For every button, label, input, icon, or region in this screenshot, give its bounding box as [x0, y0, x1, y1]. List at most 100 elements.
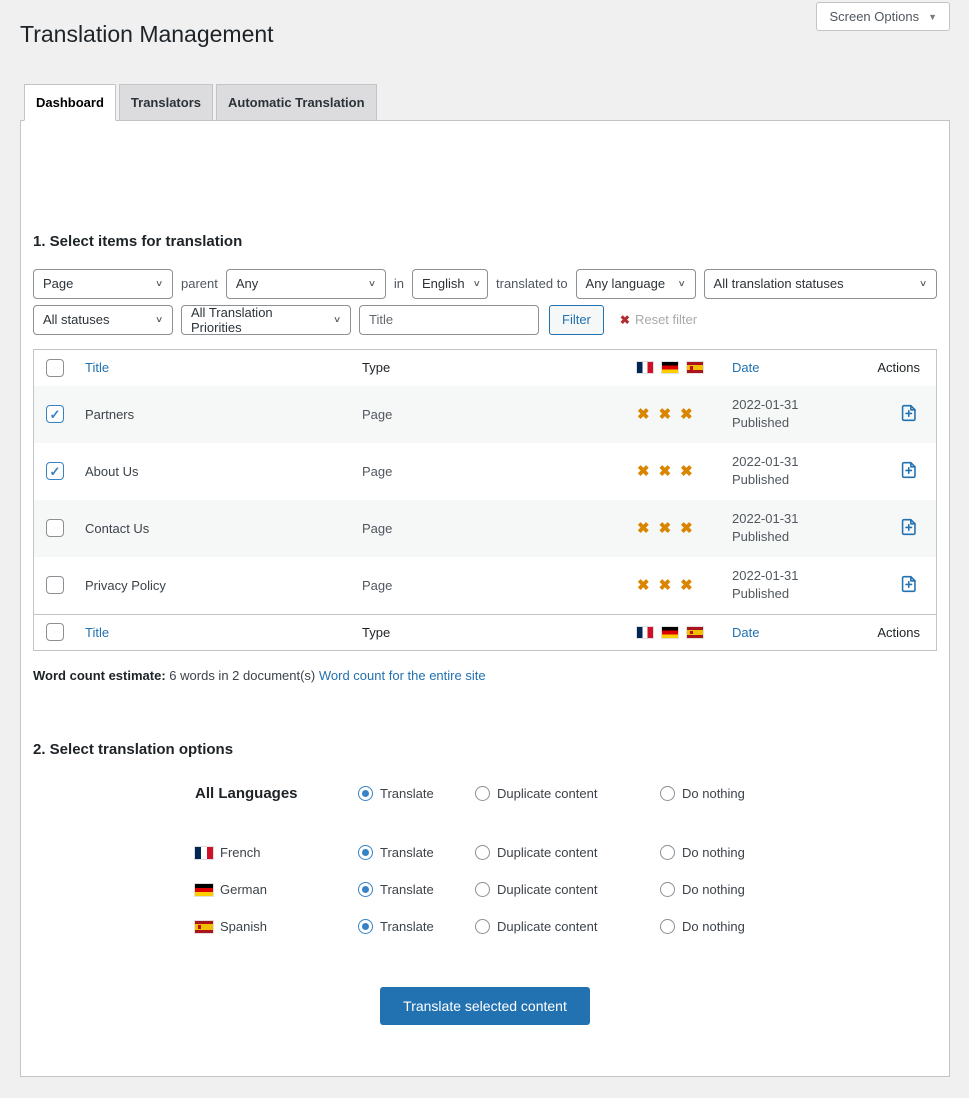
row-type: Page	[347, 407, 617, 422]
target-language-value: Any language	[586, 276, 666, 291]
priority-select[interactable]: All Translation Priorities ∨	[181, 305, 351, 335]
add-translation-icon[interactable]	[898, 573, 920, 595]
table-row: ✓ Partners Page ✖ ✖ ✖ 2022-01-31 Publish…	[34, 386, 936, 443]
radio-icon[interactable]	[358, 882, 373, 897]
reset-filter-button[interactable]: ✖ Reset filter	[620, 312, 697, 327]
radio-icon[interactable]	[660, 919, 675, 934]
target-language-select[interactable]: Any language ∨	[576, 269, 696, 299]
title-filter-input[interactable]	[359, 305, 539, 335]
language-flags-header	[617, 362, 712, 373]
status-select-value: All statuses	[43, 312, 109, 327]
spanish-flag-icon	[687, 362, 703, 373]
option-label[interactable]: Translate	[380, 919, 434, 934]
option-label[interactable]: Translate	[380, 882, 434, 897]
chevron-down-icon: ∨	[677, 279, 685, 289]
tab-translators[interactable]: Translators	[119, 84, 213, 121]
sort-by-date-link[interactable]: Date	[732, 360, 759, 375]
row-date-value: 2022-01-31	[732, 396, 872, 415]
sort-by-title-link[interactable]: Title	[85, 625, 109, 640]
section1-heading: 1. Select items for translation	[33, 121, 937, 250]
spanish-do-nothing-option[interactable]: Do nothing	[660, 919, 937, 934]
radio-icon[interactable]	[475, 786, 490, 801]
row-type: Page	[347, 464, 617, 479]
all-languages-translate-option[interactable]: Translate	[358, 786, 475, 801]
german-duplicate-option[interactable]: Duplicate content	[475, 882, 660, 897]
option-label[interactable]: Do nothing	[682, 845, 745, 860]
section2-heading: 2. Select translation options	[33, 741, 937, 758]
french-translate-option[interactable]: Translate	[358, 845, 475, 860]
add-translation-icon[interactable]	[898, 459, 920, 481]
option-label[interactable]: Duplicate content	[497, 919, 597, 934]
radio-icon[interactable]	[475, 919, 490, 934]
screen-options-button[interactable]: Screen Options ▼	[816, 2, 950, 31]
spanish-translate-option[interactable]: Translate	[358, 919, 475, 934]
row-checkbox[interactable]: ✓	[46, 462, 64, 480]
translation-status-select[interactable]: All translation statuses ∨	[704, 269, 937, 299]
french-flag-icon	[195, 847, 213, 859]
option-label[interactable]: Do nothing	[682, 919, 745, 934]
radio-icon[interactable]	[475, 845, 490, 860]
translated-to-label: translated to	[496, 276, 568, 291]
option-label[interactable]: Duplicate content	[497, 845, 597, 860]
option-label[interactable]: Duplicate content	[497, 786, 597, 801]
row-checkbox[interactable]: ✓	[46, 576, 64, 594]
word-count-site-link[interactable]: Word count for the entire site	[319, 668, 486, 683]
row-title: Partners	[70, 407, 347, 422]
select-all-checkbox[interactable]: ✓	[46, 359, 64, 377]
radio-icon[interactable]	[475, 882, 490, 897]
submit-area: Translate selected content	[33, 987, 937, 1025]
language-flags-footer	[617, 627, 712, 638]
items-table: ✓ Title Type Date Actions ✓ Partners Pag…	[33, 349, 937, 651]
option-label[interactable]: Translate	[380, 845, 434, 860]
select-all-checkbox[interactable]: ✓	[46, 623, 64, 641]
chevron-down-icon: ∨	[919, 279, 927, 289]
tab-dashboard[interactable]: Dashboard	[24, 84, 116, 121]
source-language-select[interactable]: English ∨	[412, 269, 488, 299]
chevron-down-icon: ∨	[333, 315, 341, 325]
sort-by-title-link[interactable]: Title	[85, 360, 109, 375]
word-count-label: Word count estimate:	[33, 668, 166, 683]
add-translation-icon[interactable]	[898, 402, 920, 424]
radio-icon[interactable]	[660, 786, 675, 801]
source-language-value: English	[422, 276, 465, 291]
tab-automatic-translation[interactable]: Automatic Translation	[216, 84, 377, 121]
word-count-estimate: Word count estimate: 6 words in 2 docume…	[33, 668, 937, 683]
all-languages-duplicate-option[interactable]: Duplicate content	[475, 786, 660, 801]
parent-select[interactable]: Any ∨	[226, 269, 386, 299]
radio-icon[interactable]	[358, 919, 373, 934]
status-select[interactable]: All statuses ∨	[33, 305, 173, 335]
type-select[interactable]: Page ∨	[33, 269, 173, 299]
sort-by-date-link[interactable]: Date	[732, 625, 759, 640]
not-translated-icon: ✖	[680, 405, 693, 423]
translation-options: All Languages Translate Duplicate conten…	[33, 785, 937, 937]
german-do-nothing-option[interactable]: Do nothing	[660, 882, 937, 897]
row-checkbox[interactable]: ✓	[46, 519, 64, 537]
table-footer-row: ✓ Title Type Date Actions	[34, 614, 936, 650]
not-translated-icon: ✖	[659, 405, 672, 423]
french-do-nothing-option[interactable]: Do nothing	[660, 845, 937, 860]
row-translation-status: ✖ ✖ ✖	[617, 576, 712, 594]
filter-button[interactable]: Filter	[549, 305, 604, 335]
french-duplicate-option[interactable]: Duplicate content	[475, 845, 660, 860]
translate-selected-content-button[interactable]: Translate selected content	[380, 987, 590, 1025]
german-flag-icon	[662, 627, 678, 638]
option-label[interactable]: Duplicate content	[497, 882, 597, 897]
radio-icon[interactable]	[358, 786, 373, 801]
option-label[interactable]: Do nothing	[682, 786, 745, 801]
row-translation-status: ✖ ✖ ✖	[617, 462, 712, 480]
all-languages-row: All Languages Translate Duplicate conten…	[195, 785, 937, 802]
spanish-duplicate-option[interactable]: Duplicate content	[475, 919, 660, 934]
row-checkbox[interactable]: ✓	[46, 405, 64, 423]
option-label[interactable]: Do nothing	[682, 882, 745, 897]
radio-icon[interactable]	[660, 845, 675, 860]
row-title: Contact Us	[70, 521, 347, 536]
german-translate-option[interactable]: Translate	[358, 882, 475, 897]
radio-icon[interactable]	[358, 845, 373, 860]
add-translation-icon[interactable]	[898, 516, 920, 538]
french-language-label: French	[195, 845, 358, 860]
not-translated-icon: ✖	[637, 405, 650, 423]
option-label[interactable]: Translate	[380, 786, 434, 801]
all-languages-do-nothing-option[interactable]: Do nothing	[660, 786, 937, 801]
row-translation-status: ✖ ✖ ✖	[617, 519, 712, 537]
radio-icon[interactable]	[660, 882, 675, 897]
